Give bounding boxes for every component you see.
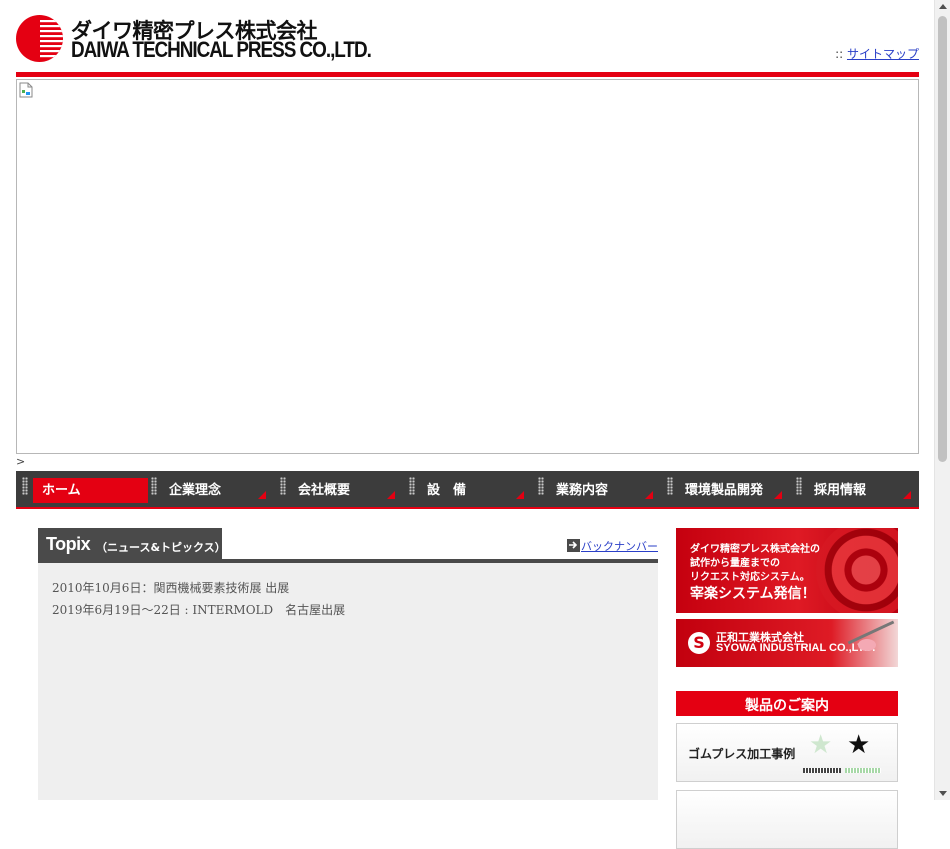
gear-icon — [816, 528, 898, 613]
grip-dots-icon — [796, 477, 802, 495]
banner2-english: SYOWA INDUSTRIAL CO.,LTD. — [716, 642, 876, 654]
nav-item-eco-products[interactable]: 環境製品開発 — [661, 471, 790, 507]
product-part-icon — [858, 639, 876, 651]
topix-title: Topix — [46, 534, 91, 554]
grip-dots-icon — [22, 477, 28, 495]
banner-line: リクエスト対応システム。 — [690, 572, 810, 583]
corner-triangle-icon — [387, 491, 395, 499]
corner-triangle-icon — [903, 491, 911, 499]
topix-subtitle: （ニュース&トピックス） — [96, 541, 226, 554]
logo-text-english: DAIWA TECHNICAL PRESS CO.,LTD. — [71, 37, 372, 62]
film-strip-icon — [845, 768, 881, 773]
news-item[interactable]: 2019年6月19日～22日 : INTERMOLD 名古屋出展 — [52, 599, 345, 621]
grip-dots-icon — [667, 477, 673, 495]
nav-item-recruit[interactable]: 採用情報 — [790, 471, 919, 507]
topix-body: 2010年10月6日：関西機械要素技術展 出展 2019年6月19日～22日 :… — [38, 563, 658, 800]
nav-label: 設 備 — [427, 483, 467, 498]
scroll-up-arrow-icon[interactable] — [939, 4, 947, 9]
topix-header: Topix （ニュース&トピックス） バックナンバー — [38, 528, 658, 563]
product-card-rubber-press[interactable]: ゴムプレス加工事例 ★ ★ — [676, 723, 898, 782]
topix-tab: Topix （ニュース&トピックス） — [38, 528, 226, 559]
page: ダイワ精密プレス株式会社 DAIWA TECHNICAL PRESS CO.,L… — [16, 0, 919, 849]
products-heading: 製品のご案内 — [676, 691, 898, 716]
nav-label: 環境製品開発 — [685, 483, 764, 498]
hero-image — [16, 79, 919, 454]
nav-item-equipment[interactable]: 設 備 — [403, 471, 532, 507]
company-logo-icon[interactable] — [16, 15, 63, 62]
news-list: 2010年10月6日：関西機械要素技術展 出展 2019年6月19日～22日 :… — [52, 577, 345, 621]
nav-item-company[interactable]: 会社概要 — [274, 471, 403, 507]
news-item[interactable]: 2010年10月6日：関西機械要素技術展 出展 — [52, 577, 345, 599]
arrow-right-icon — [567, 539, 580, 552]
scroll-down-arrow-icon[interactable] — [939, 791, 947, 796]
film-strip-icon — [803, 768, 841, 773]
scrollbar-thumb[interactable] — [938, 16, 947, 462]
grip-dots-icon — [409, 477, 415, 495]
nav-item-philosophy[interactable]: 企業理念 — [145, 471, 274, 507]
nav-item-home[interactable]: ホーム — [16, 471, 148, 507]
nav-label: 採用情報 — [814, 483, 867, 498]
grip-dots-icon — [280, 477, 286, 495]
product-card-next[interactable] — [676, 790, 898, 849]
sitemap-link[interactable]: サイトマップ — [847, 47, 919, 61]
banner-line: 宰楽システム発信！ — [690, 586, 816, 602]
back-number-link[interactable]: バックナンバー — [581, 538, 658, 554]
banner-line: ダイワ精密プレス株式会社の — [690, 544, 820, 555]
star-outline-icon: ★ — [809, 730, 833, 760]
nav-label: 企業理念 — [169, 483, 222, 498]
grip-dots-icon — [538, 477, 544, 495]
corner-triangle-icon — [258, 491, 266, 499]
grip-dots-icon — [151, 477, 157, 495]
corner-triangle-icon — [645, 491, 653, 499]
corner-triangle-icon — [774, 491, 782, 499]
star-solid-icon: ★ — [847, 730, 871, 760]
main-navigation: ホーム 企業理念 会社概要 設 備 業務内容 環境製品開発 採用情報 — [16, 471, 919, 509]
request-system-banner[interactable]: ダイワ精密プレス株式会社の 試作から量産までの リクエスト対応システム。 宰楽シ… — [676, 528, 898, 613]
header: ダイワ精密プレス株式会社 DAIWA TECHNICAL PRESS CO.,L… — [16, 0, 919, 72]
nav-label: 会社概要 — [298, 483, 351, 498]
header-red-bar — [16, 72, 919, 77]
nav-label: 業務内容 — [556, 483, 609, 498]
nav-label: ホーム — [42, 483, 81, 498]
sitemap-area: :: サイトマップ — [835, 45, 919, 62]
syowa-industrial-banner[interactable]: S 正和工業株式会社 SYOWA INDUSTRIAL CO.,LTD. — [676, 619, 898, 667]
products-heading-text: 製品のご案内 — [745, 698, 829, 714]
syowa-logo-icon: S — [688, 632, 710, 654]
sitemap-prefix: :: — [835, 47, 844, 61]
stray-text: > — [16, 455, 26, 468]
product-card-label: ゴムプレス加工事例 — [688, 747, 796, 761]
nav-item-business[interactable]: 業務内容 — [532, 471, 661, 507]
banner-line: 試作から量産までの — [690, 558, 780, 569]
corner-triangle-icon — [516, 491, 524, 499]
topix-section: Topix （ニュース&トピックス） バックナンバー 2010年10月6日：関西… — [38, 528, 658, 800]
vertical-scrollbar[interactable] — [934, 0, 950, 800]
broken-image-icon — [19, 82, 33, 98]
